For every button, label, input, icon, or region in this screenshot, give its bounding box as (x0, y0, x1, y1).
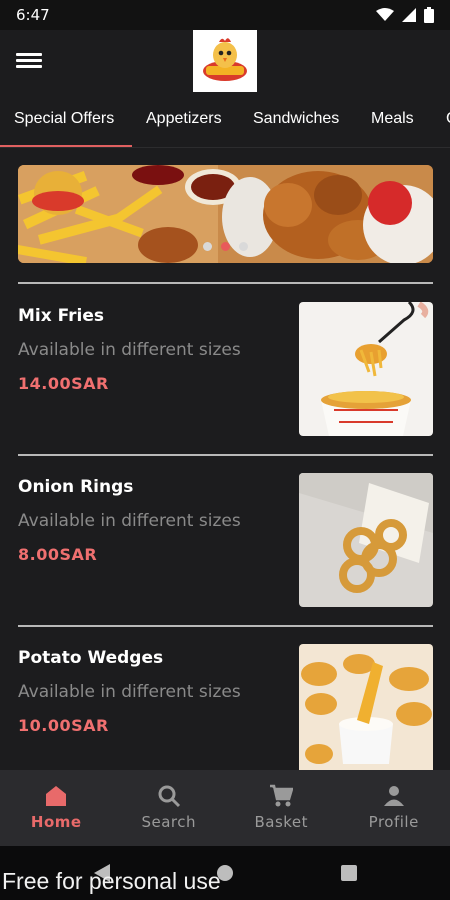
chicken-logo-icon (203, 38, 247, 81)
battery-icon (424, 7, 434, 23)
divider (18, 454, 433, 456)
logo (193, 30, 257, 92)
tab-special-offers[interactable]: Special Offers (14, 110, 114, 128)
item-price: 14.00SAR (18, 374, 109, 393)
watermark: Free for personal use (2, 868, 221, 894)
cart-icon (270, 784, 294, 807)
nav-basket[interactable]: Basket (225, 770, 338, 846)
nav-home[interactable]: Home (0, 770, 113, 846)
recents-icon[interactable] (341, 865, 357, 881)
menu-button[interactable] (16, 50, 42, 76)
item-image (299, 473, 433, 607)
nav-label: Profile (368, 813, 419, 831)
category-tabs: Special Offers Appetizers Sandwiches Mea… (0, 100, 450, 148)
item-name: Mix Fries (18, 306, 105, 326)
menu-item-mix-fries[interactable]: Mix Fries Available in different sizes 1… (18, 302, 433, 438)
bottom-navigation: Home Search Basket Profile (0, 770, 450, 846)
menu-item-onion-rings[interactable]: Onion Rings Available in different sizes… (18, 473, 433, 609)
home-icon (46, 786, 67, 806)
banner-pagination (203, 242, 248, 251)
nav-search[interactable]: Search (113, 770, 226, 846)
promo-banner[interactable] (18, 165, 433, 263)
nav-label: Search (141, 813, 197, 831)
nav-profile[interactable]: Profile (338, 770, 450, 846)
divider (18, 625, 433, 627)
wifi-icon (376, 8, 394, 21)
menu-item-potato-wedges[interactable]: Potato Wedges Available in different siz… (18, 644, 433, 780)
item-description: Available in different sizes (18, 340, 241, 360)
status-bar: 6:47 (0, 0, 450, 30)
item-image (299, 302, 433, 436)
banner-dot[interactable] (203, 242, 212, 251)
divider (18, 282, 433, 284)
menu-icon (16, 53, 42, 56)
item-price: 8.00SAR (18, 545, 98, 564)
item-name: Onion Rings (18, 477, 134, 497)
status-icons (376, 7, 434, 23)
item-description: Available in different sizes (18, 511, 241, 531)
status-time: 6:47 (16, 6, 50, 24)
item-description: Available in different sizes (18, 682, 241, 702)
item-name: Potato Wedges (18, 648, 164, 668)
nav-label: Basket (254, 813, 309, 831)
search-icon (158, 785, 180, 808)
tab-meals[interactable]: Meals (371, 110, 414, 128)
tab-indicator (0, 145, 132, 147)
banner-dot[interactable] (239, 242, 248, 251)
app-bar (0, 30, 450, 100)
item-price: 10.00SAR (18, 716, 109, 735)
nav-label: Home (30, 813, 82, 831)
tab-overflow[interactable]: C (446, 110, 450, 128)
person-icon (383, 786, 404, 806)
banner-dot-active[interactable] (221, 242, 230, 251)
tab-sandwiches[interactable]: Sandwiches (253, 110, 339, 128)
signal-icon (402, 8, 416, 22)
tab-appetizers[interactable]: Appetizers (146, 110, 222, 128)
item-image (299, 644, 433, 778)
